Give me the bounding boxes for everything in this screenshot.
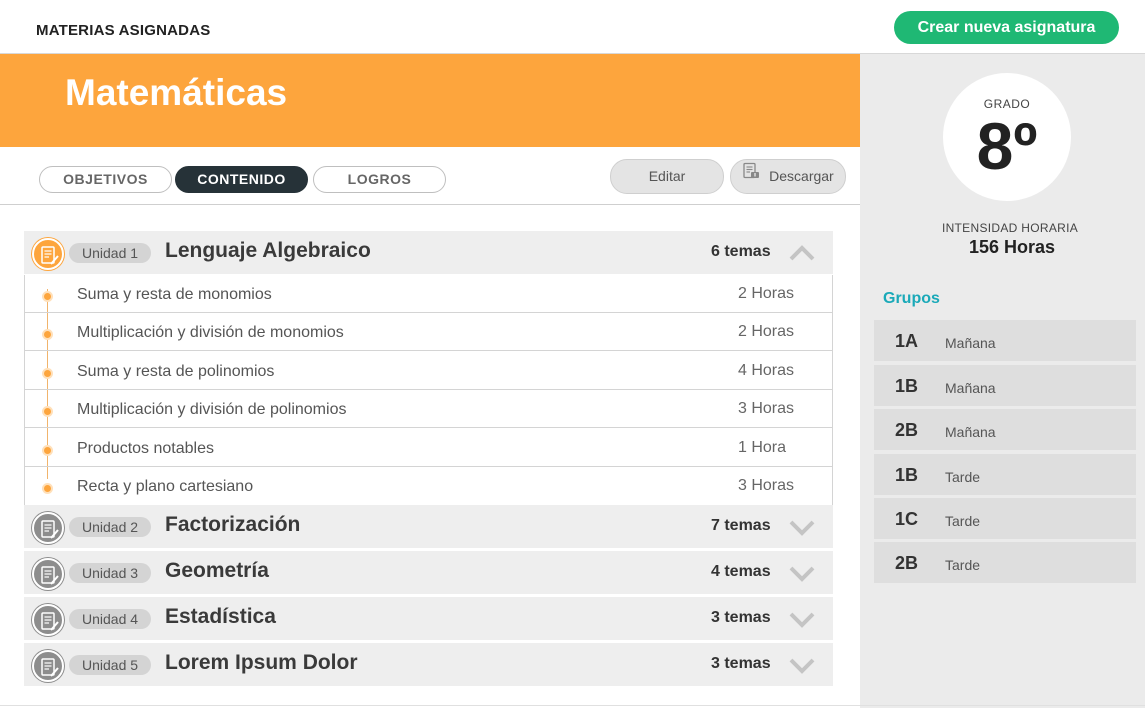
group-shift: Mañana: [945, 335, 996, 351]
group-code: 1C: [895, 509, 919, 529]
document-edit-icon: [32, 558, 64, 590]
subject-sidebar: GRADO 8º INTENSIDAD HORARIA 156 Horas Gr…: [860, 54, 1145, 708]
chevron-down-icon[interactable]: [789, 656, 815, 679]
topic-row[interactable]: Recta y plano cartesiano 3 Horas: [25, 467, 832, 505]
chevron-down-icon[interactable]: [789, 564, 815, 587]
topic-name: Multiplicación y división de polinomios: [77, 401, 347, 418]
topic-hours: 3 Horas: [738, 400, 795, 417]
group-code: 1B: [895, 465, 919, 485]
unit-name: Factorización: [165, 513, 301, 536]
download-document-icon: [742, 159, 760, 192]
unit-3-header[interactable]: Unidad 3 Geometría 4 temas: [24, 551, 833, 594]
unit-name: Lenguaje Algebraico: [165, 239, 371, 262]
edit-button-label: Editar: [648, 168, 686, 184]
chevron-down-icon[interactable]: [789, 518, 815, 541]
group-row[interactable]: 1C Tarde: [874, 498, 1136, 541]
tab-objetivos[interactable]: OBJETIVOS: [39, 166, 172, 193]
group-shift: Mañana: [945, 380, 996, 396]
topic-name: Suma y resta de polinomios: [77, 363, 275, 380]
topic-name: Suma y resta de monomios: [77, 286, 272, 303]
unit-topic-count: 4 temas: [711, 563, 771, 580]
unit-topic-count: 6 temas: [711, 243, 771, 260]
grade-value: 8º: [976, 109, 1038, 183]
chevron-down-icon[interactable]: [789, 610, 815, 633]
topic-name: Productos notables: [77, 440, 214, 457]
topic-name: Recta y plano cartesiano: [77, 478, 254, 495]
download-button[interactable]: Descargar: [730, 159, 846, 194]
subject-header: Matemáticas: [0, 54, 860, 147]
unit-name: Geometría: [165, 559, 269, 582]
group-row[interactable]: 1B Mañana: [874, 365, 1136, 408]
unit-badge: Unidad 1: [69, 243, 152, 263]
group-row[interactable]: 2B Tarde: [874, 542, 1136, 585]
unit-topic-count: 3 temas: [711, 609, 771, 626]
unit-topic-count: 7 temas: [711, 517, 771, 534]
group-row[interactable]: 1B Tarde: [874, 454, 1136, 497]
unit-badge: Unidad 4: [69, 609, 152, 629]
unit-2-header[interactable]: Unidad 2 Factorización 7 temas: [24, 505, 833, 548]
unit-badge: Unidad 2: [69, 517, 152, 537]
divider: [0, 204, 860, 205]
group-shift: Tarde: [945, 469, 981, 485]
grade-badge: GRADO 8º: [943, 73, 1071, 201]
group-code: 2B: [895, 553, 919, 573]
unit-1-topic-list: Suma y resta de monomios 2 Horas Multipl…: [24, 275, 833, 506]
subject-title: Matemáticas: [65, 72, 288, 113]
timeline-dot-icon: [42, 291, 53, 302]
bottom-border: [0, 705, 1145, 706]
section-title: MATERIAS ASIGNADAS: [36, 22, 211, 39]
topic-hours: 1 Hora: [738, 439, 787, 456]
group-shift: Mañana: [945, 424, 996, 440]
document-edit-icon: [32, 512, 64, 544]
topic-hours: 2 Horas: [738, 285, 795, 302]
unit-topic-count: 3 temas: [711, 655, 771, 672]
unit-4-header[interactable]: Unidad 4 Estadística 3 temas: [24, 597, 833, 640]
groups-title: Grupos: [883, 290, 940, 307]
group-shift: Tarde: [945, 513, 981, 529]
timeline-dot-icon: [42, 483, 53, 494]
topic-row[interactable]: Multiplicación y división de monomios 2 …: [25, 313, 832, 351]
group-row[interactable]: 2B Mañana: [874, 409, 1136, 452]
unit-name: Estadística: [165, 605, 276, 628]
hours-value: 156 Horas: [968, 237, 1056, 257]
topic-hours: 3 Horas: [738, 477, 795, 494]
document-edit-icon: [32, 604, 64, 636]
timeline-dot-icon: [42, 329, 53, 340]
hours-label: INTENSIDAD HORARIA: [941, 221, 1079, 235]
unit-badge: Unidad 5: [69, 655, 152, 675]
topic-hours: 4 Horas: [738, 362, 795, 379]
group-code: 1B: [895, 376, 919, 396]
topic-row[interactable]: Suma y resta de monomios 2 Horas: [25, 275, 832, 313]
topic-row[interactable]: Multiplicación y división de polinomios …: [25, 390, 832, 428]
group-code: 2B: [895, 420, 919, 440]
topic-hours: 2 Horas: [738, 323, 795, 340]
download-button-label: Descargar: [769, 168, 834, 184]
topic-name: Multiplicación y división de monomios: [77, 324, 344, 341]
document-edit-icon: [32, 238, 64, 270]
group-code: 1A: [895, 331, 919, 351]
unit-1-header[interactable]: Unidad 1 Lenguaje Algebraico 6 temas: [24, 231, 833, 274]
unit-badge: Unidad 3: [69, 563, 152, 583]
chevron-up-icon[interactable]: [789, 244, 815, 267]
tab-contenido[interactable]: CONTENIDO: [175, 166, 308, 193]
timeline-dot-icon: [42, 445, 53, 456]
timeline-dot-icon: [42, 406, 53, 417]
topic-row[interactable]: Suma y resta de polinomios 4 Horas: [25, 352, 832, 390]
topic-row[interactable]: Productos notables 1 Hora: [25, 429, 832, 467]
unit-name: Lorem Ipsum Dolor: [165, 651, 358, 674]
timeline-dot-icon: [42, 368, 53, 379]
document-edit-icon: [32, 650, 64, 682]
edit-button[interactable]: Editar: [610, 159, 724, 194]
top-bar: MATERIAS ASIGNADAS Crear nueva asignatur…: [0, 0, 1145, 54]
create-subject-button[interactable]: Crear nueva asignatura: [894, 11, 1119, 44]
group-row[interactable]: 1A Mañana: [874, 320, 1136, 363]
unit-5-header[interactable]: Unidad 5 Lorem Ipsum Dolor 3 temas: [24, 643, 833, 686]
group-shift: Tarde: [945, 557, 981, 573]
tab-logros[interactable]: LOGROS: [313, 166, 446, 193]
